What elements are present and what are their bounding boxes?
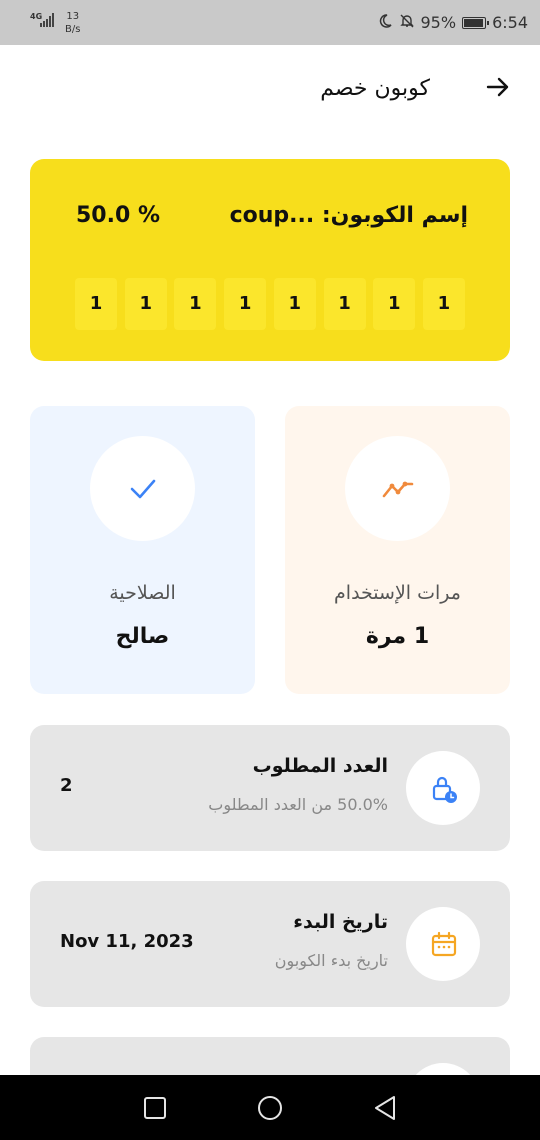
code-char: 1 — [174, 278, 217, 330]
start-date-card: تاريخ البدء تاريخ بدء الكوبون Nov 11, 20… — [30, 881, 510, 1007]
status-bar: 4G 13 B/s 95% 6:54 — [0, 0, 540, 45]
start-date-title: تاريخ البدء — [293, 911, 388, 933]
validity-value: صالح — [115, 624, 170, 649]
required-subtitle: 50.0% من العدد المطلوب — [208, 795, 388, 814]
status-right: 95% 6:54 — [377, 0, 528, 45]
code-char: 1 — [373, 278, 416, 330]
code-char: 1 — [273, 278, 316, 330]
required-count-card: العدد المطلوب 50.0% من العدد المطلوب 2 — [30, 725, 510, 851]
lock-clock-icon — [432, 776, 457, 803]
recents-button[interactable] — [140, 1093, 170, 1123]
calendar-icon — [431, 931, 457, 957]
code-char: 1 — [422, 278, 465, 330]
battery-percent: 95% — [420, 13, 457, 32]
system-nav-bar — [0, 1075, 540, 1140]
start-date-icon-circle — [406, 907, 480, 981]
validity-label: الصلاحية — [109, 582, 176, 604]
usage-value: 1 مرة — [365, 624, 430, 649]
coupon-name: إسم الكوبون: ...coup — [229, 203, 468, 228]
page-title: كوبون خصم — [320, 76, 430, 101]
app-header: كوبون خصم — [0, 45, 540, 135]
required-icon-circle — [406, 751, 480, 825]
check-icon — [130, 479, 156, 499]
usage-card: مرات الإستخدام 1 مرة — [285, 406, 510, 694]
home-icon — [258, 1096, 282, 1120]
arrow-right-icon — [486, 77, 509, 97]
back-icon — [375, 1096, 395, 1120]
code-char: 1 — [75, 278, 117, 330]
usage-icon-circle — [345, 436, 450, 541]
start-date-value: Nov 11, 2023 — [60, 931, 194, 952]
validity-card: الصلاحية صالح — [30, 406, 255, 694]
back-button[interactable] — [482, 73, 514, 105]
home-button[interactable] — [255, 1093, 285, 1123]
recents-icon — [144, 1097, 166, 1119]
speed-value: 13 — [66, 11, 80, 22]
code-char: 1 — [124, 278, 167, 330]
usage-label: مرات الإستخدام — [334, 582, 461, 604]
coupon-card: إسم الكوبون: ...coup 50.0 % 1 1 1 1 1 1 … — [30, 159, 510, 361]
code-char: 1 — [323, 278, 366, 330]
signal-icon — [40, 13, 54, 27]
code-char: 1 — [224, 278, 267, 330]
battery-icon — [462, 16, 490, 29]
required-title: العدد المطلوب — [252, 755, 388, 777]
trend-line-icon — [382, 481, 414, 498]
network-speed: 13 B/s — [65, 10, 80, 36]
start-date-subtitle: تاريخ بدء الكوبون — [274, 951, 388, 970]
speed-unit: B/s — [65, 24, 81, 35]
moon-icon — [377, 13, 393, 33]
coupon-discount: 50.0 % — [76, 203, 160, 228]
clock: 6:54 — [492, 13, 528, 32]
mute-bell-icon — [399, 13, 415, 33]
required-value: 2 — [60, 775, 73, 796]
validity-icon-circle — [90, 436, 195, 541]
back-nav-button[interactable] — [370, 1093, 400, 1123]
coupon-code[interactable]: 1 1 1 1 1 1 1 1 — [75, 278, 465, 330]
screen: 4G 13 B/s 95% 6:54 كوبون خصم إسم الكوبون… — [0, 0, 540, 1140]
